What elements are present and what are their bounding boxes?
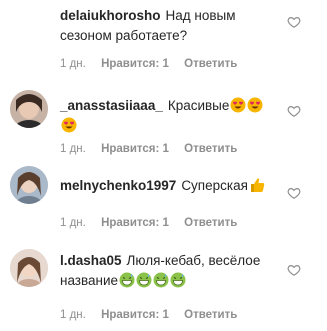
comment-text: l.dasha05 Люля-кебаб, весёлое название (60, 251, 285, 291)
comment-text: melnychenko1997 Суперская (60, 176, 285, 196)
reply-button[interactable]: Ответить (184, 143, 237, 155)
comment-body: l.dasha05 Люля-кебаб, весёлое название (60, 251, 285, 291)
like-heart-icon[interactable] (287, 104, 301, 118)
comment-body: _anasstasiiaaa_ Красивые (60, 96, 285, 136)
comment-likes[interactable]: Нравится: 1 (101, 143, 169, 155)
comment-likes[interactable]: Нравится: 1 (101, 217, 169, 229)
comment-age: 1 дн. (60, 58, 86, 70)
like-heart-icon[interactable] (287, 263, 301, 277)
avatar[interactable] (10, 249, 48, 287)
comment-username[interactable]: l.dasha05 (60, 253, 122, 268)
grinning-sweat-emoji (119, 272, 135, 288)
avatar[interactable] (10, 90, 48, 128)
like-heart-icon[interactable] (287, 186, 301, 200)
comment-username[interactable]: melnychenko1997 (60, 178, 176, 193)
grinning-sweat-emoji (170, 272, 186, 288)
thumbs-up-emoji (250, 178, 265, 192)
comment-meta: 1 дн. Нравится: 1 Ответить (60, 143, 249, 155)
comment-text: delaiukhorosho Над новым сезоном работает… (60, 6, 285, 46)
comment-age: 1 дн. (60, 309, 86, 321)
comment-age: 1 дн. (60, 143, 86, 155)
comment-body: delaiukhorosho Над новым сезоном работает… (60, 6, 285, 46)
comment-age: 1 дн. (60, 217, 86, 229)
comment-text: _anasstasiiaaa_ Красивые (60, 96, 285, 136)
comment-message: Красивые (167, 98, 230, 113)
comment-message: Суперская (181, 178, 248, 193)
avatar[interactable] (10, 166, 48, 204)
heart-eyes-emoji (230, 97, 246, 113)
comments-list: delaiukhorosho Над новым сезоном работает… (0, 0, 327, 331)
comment-meta: 1 дн. Нравится: 1 Ответить (60, 58, 249, 70)
reply-button[interactable]: Ответить (184, 217, 237, 229)
comment-username[interactable]: _anasstasiiaaa_ (60, 98, 163, 113)
reply-button[interactable]: Ответить (184, 309, 237, 321)
grinning-sweat-emoji (136, 272, 152, 288)
like-heart-icon[interactable] (287, 15, 301, 29)
comment-meta: 1 дн. Нравится: 1 Ответить (60, 217, 249, 229)
grinning-sweat-emoji (153, 272, 169, 288)
comment-body: melnychenko1997 Суперская (60, 176, 285, 196)
comment-username[interactable]: delaiukhorosho (60, 8, 161, 23)
reply-button[interactable]: Ответить (184, 58, 237, 70)
heart-eyes-emoji (247, 97, 263, 113)
comment-likes[interactable]: Нравится: 1 (101, 58, 169, 70)
comment-meta: 1 дн. Нравится: 1 Ответить (60, 309, 249, 321)
comment-likes[interactable]: Нравится: 1 (101, 309, 169, 321)
heart-eyes-emoji (61, 117, 77, 133)
